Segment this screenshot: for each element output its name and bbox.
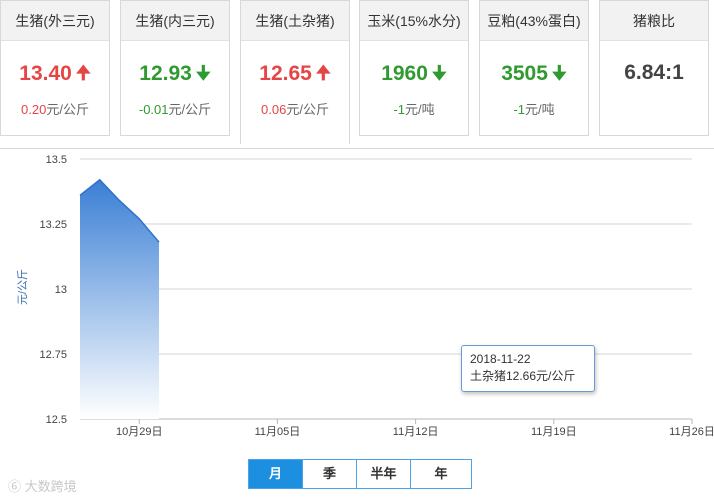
period-selector: 月 季 半年 年 — [248, 459, 472, 489]
series-area — [80, 179, 159, 419]
card-title: 玉米(15%水分) — [360, 1, 468, 41]
period-button-quarter[interactable]: 季 — [303, 460, 357, 488]
y-axis-title: 元/公斤 — [16, 269, 29, 305]
arrow-up-icon: 🠉 — [315, 63, 331, 83]
price-card-corn[interactable]: 玉米(15%水分) 1960 🠋 -1元/吨 — [359, 0, 469, 136]
price-cards: 生猪(外三元) 13.40 🠉 0.20元/公斤 生猪(内三元) 12.93 🠋 -… — [0, 0, 714, 148]
price-chart[interactable]: 13.513.251312.7512.5 10月29日 11月05日 11月12日 1… — [0, 149, 714, 498]
arrow-down-icon: 🠋 — [551, 63, 567, 83]
y-axis: 13.5 13.25 13 12.75 12.5 — [39, 154, 67, 426]
card-price: 3505 🠋 — [480, 61, 588, 91]
card-title: 猪粮比 — [600, 1, 708, 41]
price-card-pig-local[interactable]: 生猪(土杂猪) 12.65 🠉 0.06元/公斤 — [240, 0, 350, 144]
watermark-logo: ⑥ 大数跨境 — [8, 479, 77, 494]
arrow-down-icon: 🠋 — [195, 63, 211, 83]
card-change: -1元/吨 — [393, 102, 435, 117]
price-card-pig-inner[interactable]: 生猪(内三元) 12.93 🠋 -0.01元/公斤 — [120, 0, 230, 136]
card-title: 生猪(土杂猪) — [241, 1, 349, 41]
price-card-soymeal[interactable]: 豆粕(43%蛋白) 3505 🠋 -1元/吨 — [479, 0, 589, 136]
card-price: 12.65 🠉 — [241, 61, 349, 91]
card-change: 0.06元/公斤 — [261, 102, 329, 117]
x-tick-label: 11月19日 — [531, 426, 577, 438]
x-tick-label: 11月12日 — [393, 426, 439, 438]
y-tick-label: 12.5 — [46, 414, 67, 426]
y-tick-label: 12.75 — [39, 349, 67, 361]
price-card-pig-outer[interactable]: 生猪(外三元) 13.40 🠉 0.20元/公斤 — [0, 0, 110, 136]
card-change: -0.01元/公斤 — [138, 102, 212, 117]
period-button-month[interactable]: 月 — [249, 460, 303, 488]
watermark-icon: ⑥ — [8, 479, 22, 494]
chart-grid — [80, 158, 692, 420]
arrow-up-icon: 🠉 — [75, 63, 91, 83]
page: 生猪(外三元) 13.40 🠉 0.20元/公斤 生猪(内三元) 12.93 🠋 -… — [0, 0, 714, 498]
card-change: -1元/吨 — [513, 102, 555, 117]
card-change: 0.20元/公斤 — [21, 102, 89, 117]
card-price: 1960 🠋 — [360, 61, 468, 91]
card-title: 生猪(外三元) — [1, 1, 109, 41]
x-tick-label: 10月29日 — [116, 426, 162, 438]
x-axis: 10月29日 11月05日 11月12日 11月19日 11月26日 — [116, 419, 714, 438]
x-tick-label: 11月05日 — [255, 426, 301, 438]
y-tick-label: 13 — [55, 284, 67, 296]
chart-area-layer — [79, 178, 160, 419]
period-button-half-year[interactable]: 半年 — [357, 460, 411, 488]
chart-tooltip: 2018-11-22 土杂猪12.66元/公斤 — [461, 345, 595, 392]
arrow-down-icon: 🠋 — [431, 63, 447, 83]
x-tick-label: 11月26日 — [669, 426, 714, 438]
tooltip-date: 2018-11-22 — [470, 352, 531, 366]
card-price: 13.40 🠉 — [1, 61, 109, 91]
y-tick-label: 13.5 — [46, 154, 67, 166]
card-title: 豆粕(43%蛋白) — [480, 1, 588, 41]
chart-panel: 13.5 13.25 13 12.75 12.5 10月29日 11月05日 11月12日 1… — [0, 148, 714, 498]
card-price: 6.84:1 — [624, 61, 684, 84]
tooltip-text: 土杂猪12.66元/公斤 — [470, 369, 576, 383]
card-price: 12.93 🠋 — [121, 61, 229, 91]
y-tick-label: 13.25 — [39, 219, 67, 231]
card-title: 生猪(内三元) — [121, 1, 229, 41]
period-button-year[interactable]: 年 — [411, 460, 471, 488]
price-card-pig-grain-ratio[interactable]: 猪粮比 6.84:1 — [599, 0, 709, 136]
